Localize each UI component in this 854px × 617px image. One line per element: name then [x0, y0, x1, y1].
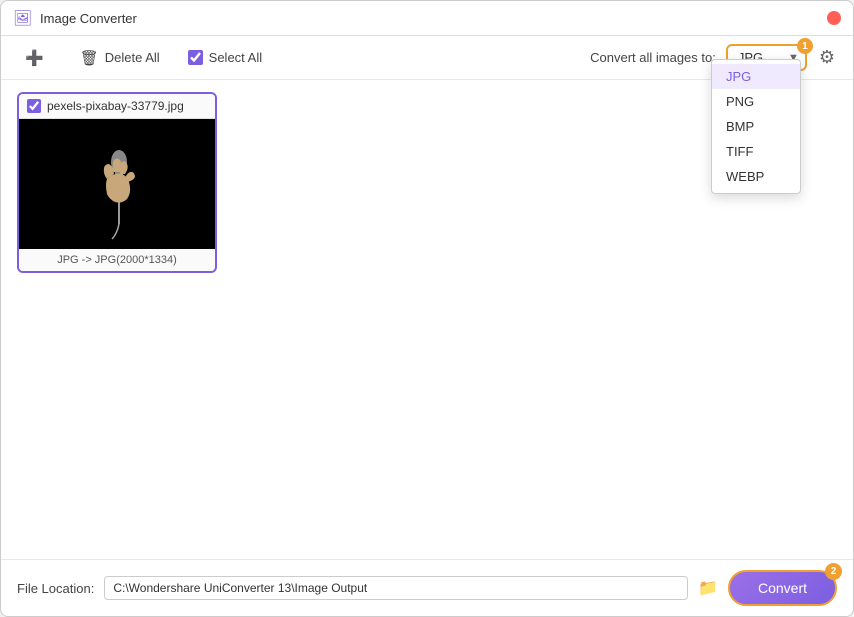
select-all-label[interactable]: Select All [188, 50, 262, 65]
add-icon: ➕ [25, 49, 44, 67]
select-all-text: Select All [209, 50, 262, 65]
image-card: pexels-pixabay-33779.jpg [17, 92, 217, 273]
convert-badge: 2 [825, 563, 842, 580]
footer: File Location: C:\Wondershare UniConvert… [1, 559, 853, 616]
image-preview [19, 119, 215, 249]
delete-icon: 🗑 [80, 49, 99, 67]
title-bar-left: 🖼 Image Converter [13, 9, 137, 27]
preview-image [57, 124, 177, 244]
image-info: JPG -> JPG(2000*1334) [19, 249, 215, 271]
add-image-button[interactable]: ➕ [17, 45, 52, 71]
file-location-label: File Location: [17, 581, 94, 596]
convert-all-label: Convert all images to: [590, 50, 716, 65]
format-dropdown: JPG PNG BMP TIFF WEBP [711, 59, 801, 194]
format-option-tiff[interactable]: TIFF [712, 139, 800, 164]
app-icon: 🖼 [13, 9, 32, 27]
convert-button-wrapper: Convert 2 [728, 570, 837, 606]
image-card-header: pexels-pixabay-33779.jpg [19, 94, 215, 119]
select-all-checkbox[interactable] [188, 50, 203, 65]
settings-button[interactable]: ⚙ [817, 45, 837, 70]
close-button[interactable]: ✕ [827, 11, 841, 25]
format-option-bmp[interactable]: BMP [712, 114, 800, 139]
title-bar: 🖼 Image Converter ✕ [1, 1, 853, 36]
image-filename: pexels-pixabay-33779.jpg [47, 99, 184, 113]
image-checkbox[interactable] [27, 99, 41, 113]
main-window: 🖼 Image Converter ✕ ➕ 🗑 Delete All Selec… [0, 0, 854, 617]
folder-browse-button[interactable]: 📁 [698, 578, 718, 598]
file-path-select[interactable]: C:\Wondershare UniConverter 13\Image Out… [104, 576, 688, 600]
window-title: Image Converter [40, 11, 137, 26]
delete-all-label: Delete All [105, 50, 160, 65]
delete-all-button[interactable]: 🗑 Delete All [72, 45, 168, 71]
convert-button[interactable]: Convert [728, 570, 837, 606]
format-option-jpg[interactable]: JPG [712, 64, 800, 89]
title-bar-right: ✕ [827, 11, 841, 25]
format-badge: 1 [797, 38, 813, 54]
format-option-png[interactable]: PNG [712, 89, 800, 114]
format-option-webp[interactable]: WEBP [712, 164, 800, 189]
